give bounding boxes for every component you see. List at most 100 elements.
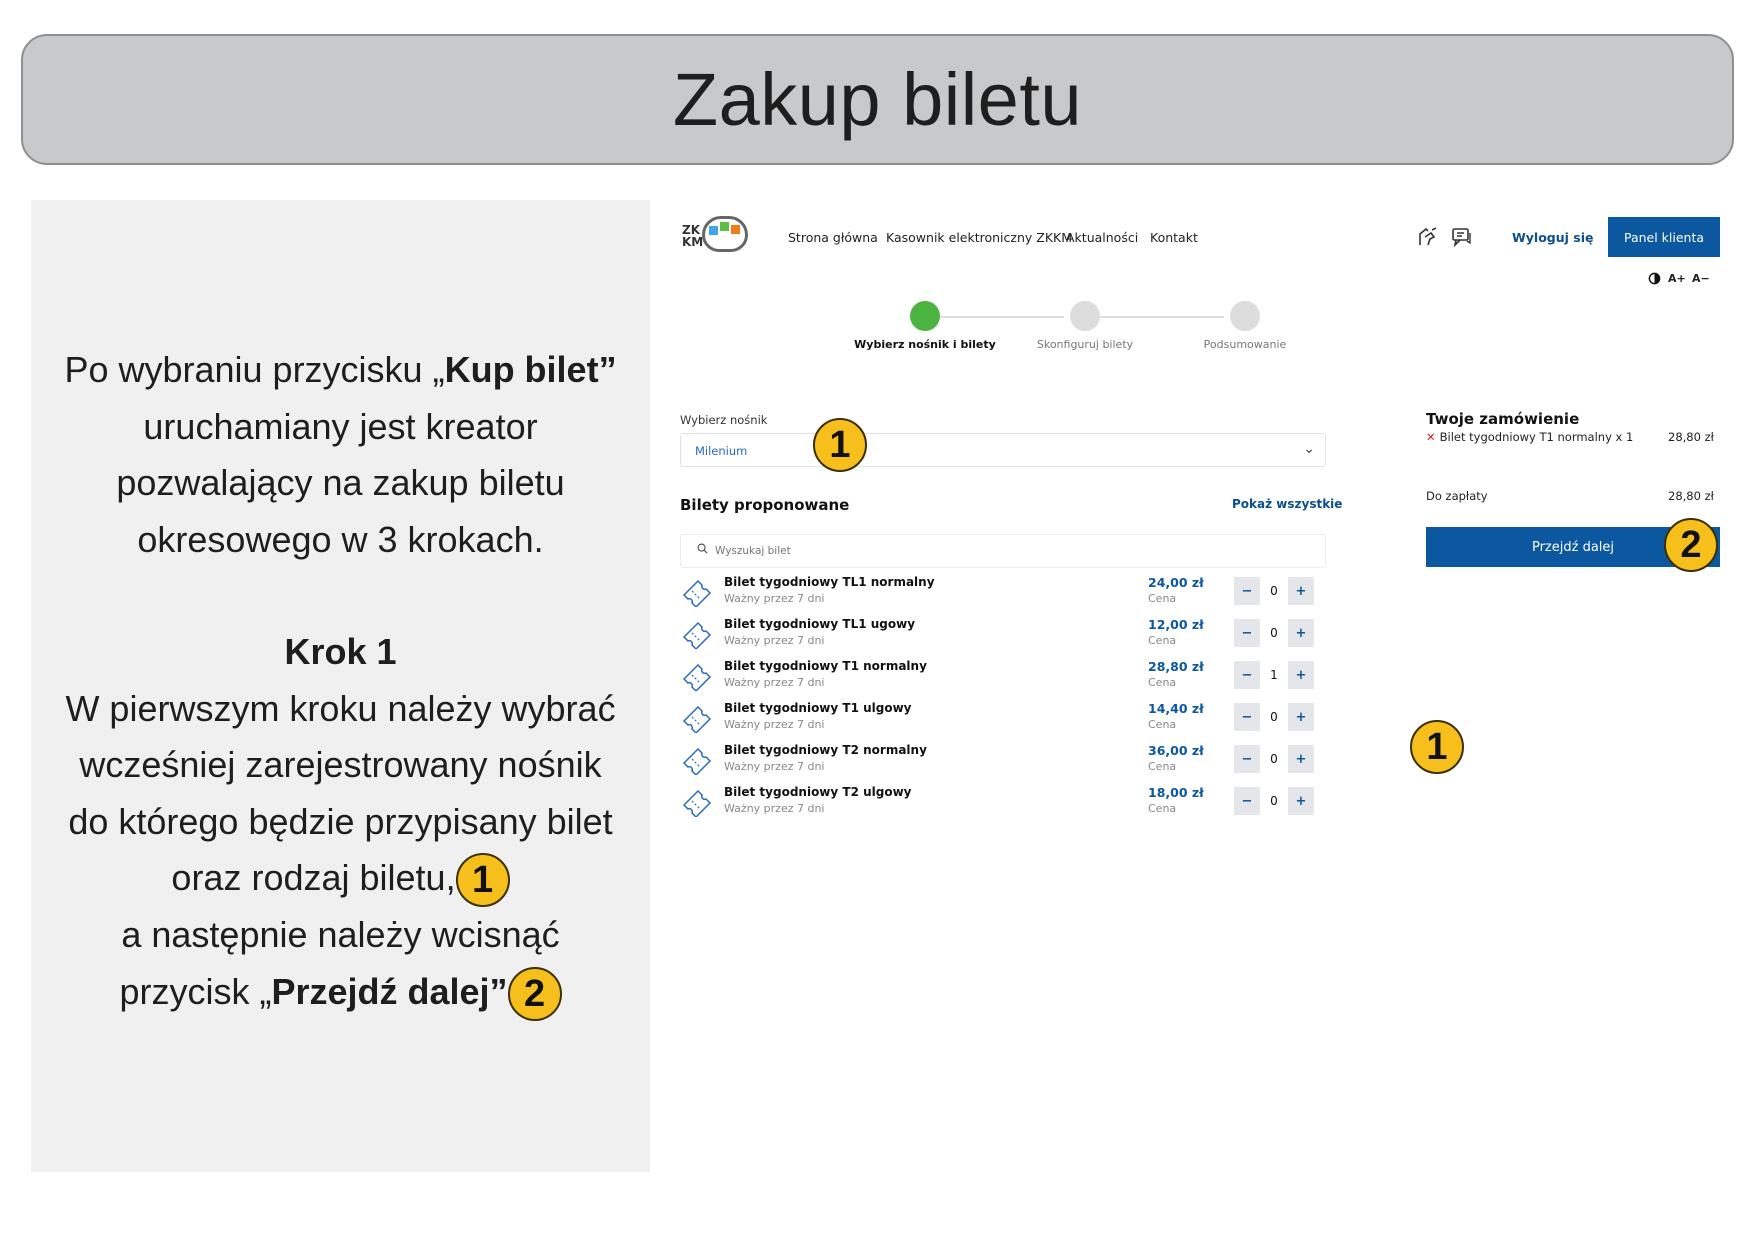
quantity-value[interactable]: 1	[1260, 661, 1288, 689]
ticket-price-label: Cena	[1148, 592, 1177, 605]
callout-badge-1: 1	[455, 853, 510, 908]
logo-square-green	[720, 222, 729, 231]
decrease-button[interactable]: −	[1234, 661, 1260, 689]
web-screenshot: ZK KM Strona główna Kasownik elektroniczn…	[672, 200, 1734, 900]
decrease-button[interactable]: −	[1234, 745, 1260, 773]
step-1-dot	[910, 301, 940, 331]
ticket-name: Bilet tygodniowy TL1 normalny	[724, 575, 935, 589]
ticket-price-label: Cena	[1148, 676, 1177, 689]
logo-text: ZK KM	[682, 223, 704, 249]
step-3-dot	[1230, 301, 1260, 331]
order-title: Twoje zamówienie	[1426, 410, 1580, 428]
instructions-panel: Po wybraniu przycisku „Kup bilet” urucha…	[31, 200, 650, 1172]
quantity-stepper: −0 +	[1234, 703, 1314, 731]
ticket-search-input[interactable]	[715, 542, 1015, 560]
callout-badge-2: 2	[507, 967, 562, 1022]
logout-link[interactable]: Wyloguj się	[1512, 230, 1594, 245]
callout-badge-carrier: 1	[813, 418, 867, 472]
increase-button[interactable]: +	[1288, 661, 1314, 689]
nav-contact[interactable]: Kontakt	[1150, 230, 1198, 245]
ticket-search[interactable]	[680, 534, 1326, 568]
ticket-price: 14,40 zł	[1148, 701, 1204, 716]
intro-paragraph: Po wybraniu przycisku „Kup bilet” urucha…	[31, 342, 650, 568]
order-item-price: 28,80 zł	[1668, 430, 1714, 444]
slide-title-bar: Zakup biletu	[21, 34, 1734, 165]
client-panel-button[interactable]: Panel klienta	[1608, 217, 1720, 257]
step-3-label: Podsumowanie	[1203, 338, 1287, 351]
increase-button[interactable]: +	[1288, 577, 1314, 605]
step-2-label: Skonfiguruj bilety	[1036, 338, 1134, 351]
quantity-value[interactable]: 0	[1260, 745, 1288, 773]
quantity-value[interactable]: 0	[1260, 703, 1288, 731]
stepper-connector	[940, 316, 1064, 318]
quantity-value[interactable]: 0	[1260, 577, 1288, 605]
decrease-button[interactable]: −	[1234, 577, 1260, 605]
logo-square-blue	[709, 226, 718, 235]
quantity-stepper: −0 +	[1234, 619, 1314, 647]
accessibility-icon[interactable]	[1416, 225, 1440, 249]
slide-title: Zakup biletu	[672, 58, 1083, 141]
step-1-label: Wybierz nośnik i bilety	[854, 338, 996, 351]
increase-button[interactable]: +	[1288, 703, 1314, 731]
logo-square-orange	[731, 225, 740, 234]
chevron-down-icon: ⌄	[1303, 441, 1315, 457]
font-decrease-button[interactable]: A−	[1692, 272, 1710, 285]
contrast-icon[interactable]	[1648, 272, 1661, 288]
ticket-validity: Ważny przez 7 dni	[724, 760, 825, 773]
ticket-price: 18,00 zł	[1148, 785, 1204, 800]
chat-icon[interactable]	[1450, 225, 1474, 249]
ticket-price: 36,00 zł	[1148, 743, 1204, 758]
ticket-name: Bilet tygodniowy T2 normalny	[724, 743, 927, 757]
nav-home[interactable]: Strona główna	[788, 230, 878, 245]
quantity-stepper: −1 +	[1234, 661, 1314, 689]
ticket-icon	[680, 619, 714, 651]
intro-line-3: pozwalający na zakup biletu	[116, 462, 565, 503]
increase-button[interactable]: +	[1288, 787, 1314, 815]
ticket-row: Bilet tygodniowy TL1 normalny Ważny przez…	[680, 575, 1320, 619]
tickets-section-title: Bilety proponowane	[680, 496, 850, 514]
ticket-row: Bilet tygodniowy T1 ulgowy Ważny przez 7 …	[680, 701, 1320, 745]
order-item-label: Bilet tygodniowy T1 normalny x 1	[1439, 430, 1634, 444]
step-line-5: a następnie należy wcisnąć	[121, 914, 560, 956]
ticket-row: Bilet tygodniowy T2 ulgowy Ważny przez 7 …	[680, 785, 1320, 829]
quantity-value[interactable]: 0	[1260, 619, 1288, 647]
ticket-validity: Ważny przez 7 dni	[724, 592, 825, 605]
decrease-button[interactable]: −	[1234, 787, 1260, 815]
carrier-select-value: Milenium	[695, 444, 748, 458]
ticket-price: 24,00 zł	[1148, 575, 1204, 590]
intro-line-1a: Po wybraniu przycisku „	[64, 349, 445, 390]
ticket-row: Bilet tygodniowy TL1 ugowy Ważny przez 7 …	[680, 617, 1320, 661]
ticket-price: 12,00 zł	[1148, 617, 1204, 632]
intro-line-4: okresowego w 3 krokach.	[137, 518, 544, 560]
zkkm-logo[interactable]: ZK KM	[682, 216, 752, 260]
step-line-3: do którego będzie przypisany bilet	[68, 800, 613, 842]
ticket-price-label: Cena	[1148, 634, 1177, 647]
quantity-stepper: −0 +	[1234, 787, 1314, 815]
font-increase-button[interactable]: A+	[1668, 272, 1686, 285]
callout-badge-tickets: 1	[1410, 720, 1464, 774]
step-line-2: wcześniej zarejestrowany nośnik	[79, 744, 602, 785]
nav-news[interactable]: Aktualności	[1066, 230, 1138, 245]
nav-validator[interactable]: Kasownik elektroniczny ZKKM	[886, 230, 1072, 245]
ticket-validity: Ważny przez 7 dni	[724, 802, 825, 815]
ticket-price: 28,80 zł	[1148, 659, 1204, 674]
ticket-price-label: Cena	[1148, 718, 1177, 731]
search-icon	[697, 543, 708, 557]
show-all-link[interactable]: Pokaż wszystkie	[1232, 497, 1342, 511]
carrier-select[interactable]: Milenium ⌄	[680, 433, 1326, 467]
step1-paragraph: Krok 1 W pierwszym kroku należy wybrać w…	[31, 624, 650, 1022]
callout-badge-proceed: 2	[1664, 518, 1718, 572]
decrease-button[interactable]: −	[1234, 619, 1260, 647]
ticket-icon	[680, 661, 714, 693]
quantity-value[interactable]: 0	[1260, 787, 1288, 815]
stepper-connector	[1100, 316, 1224, 318]
ticket-icon	[680, 745, 714, 777]
step-line-6a: przycisk „	[119, 970, 272, 1012]
increase-button[interactable]: +	[1288, 619, 1314, 647]
ticket-icon	[680, 577, 714, 609]
ticket-price-label: Cena	[1148, 760, 1177, 773]
decrease-button[interactable]: −	[1234, 703, 1260, 731]
remove-item-icon[interactable]: ✕	[1426, 430, 1436, 444]
ticket-row: Bilet tygodniowy T1 normalny Ważny przez …	[680, 659, 1320, 703]
increase-button[interactable]: +	[1288, 745, 1314, 773]
